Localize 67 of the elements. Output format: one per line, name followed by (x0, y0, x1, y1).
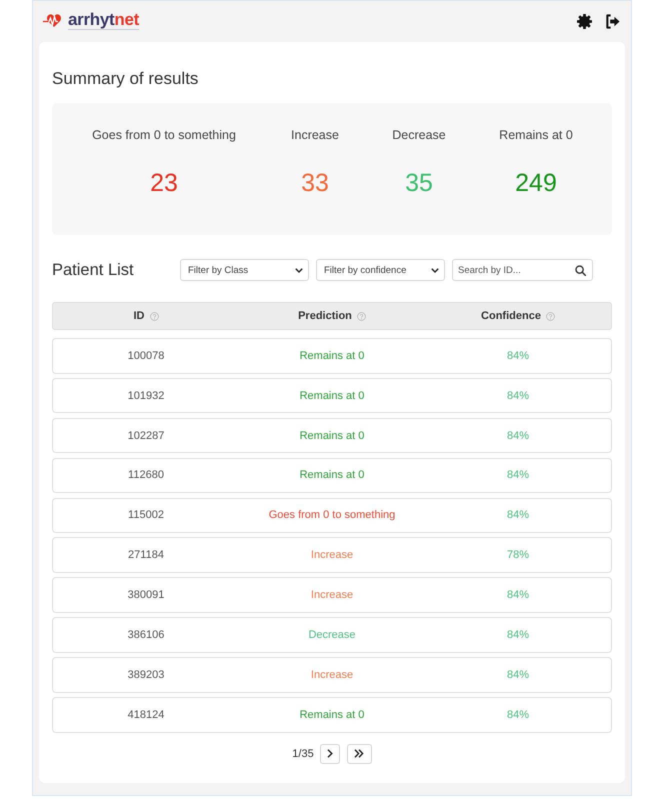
search-icon[interactable] (575, 264, 586, 276)
prediction-label: Remains at 0 (300, 390, 364, 402)
search-field[interactable]: Search by ID... (452, 259, 593, 281)
table-row[interactable]: 102287 Remains at 0 84% (52, 418, 612, 454)
confidence-value: 84% (506, 390, 530, 402)
confidence-value: 84% (506, 628, 530, 641)
table-row[interactable]: 100078 Remains at 0 84% (52, 338, 612, 374)
prediction-label: Increase (310, 668, 354, 681)
patient-id: 418124 (128, 708, 164, 721)
section-title: Patient List (52, 260, 135, 280)
stat-value: 23 (150, 169, 178, 197)
table-row[interactable]: 271184 Increase 78% (52, 537, 612, 573)
confidence-value: 84% (506, 668, 530, 681)
table-row[interactable]: 101932 Remains at 0 84% (52, 378, 612, 414)
table-row[interactable]: 389203 Increase 84% (52, 657, 612, 693)
prediction-label: Remains at 0 (300, 469, 364, 482)
table-row[interactable]: 112680 Remains at 0 84% (52, 458, 612, 494)
logout-icon[interactable] (605, 14, 620, 29)
confidence-value: 84% (506, 469, 530, 482)
prediction-label: Increase (310, 549, 354, 562)
patient-id: 115002 (128, 509, 164, 522)
table-row[interactable]: 380091 Increase 84% (52, 577, 612, 613)
column-header: Prediction (298, 310, 352, 322)
patient-id: 271184 (128, 549, 164, 562)
prediction-label: Remains at 0 (300, 430, 364, 442)
prediction-label: Decrease (308, 628, 356, 641)
patient-id: 112680 (128, 469, 164, 482)
table-row[interactable]: 418124 Remains at 0 84% (52, 697, 612, 733)
double-chevron-right-icon (354, 749, 364, 758)
filter-dropdown[interactable]: Filter by confidence (316, 259, 445, 281)
stat-label: Remains at 0 (499, 128, 573, 143)
table-row[interactable]: 115002 Goes from 0 to something 84% (52, 498, 612, 534)
prediction-label: Increase (310, 589, 354, 602)
filter-dropdown[interactable]: Filter by Class (180, 259, 309, 281)
settings-icon[interactable] (577, 14, 592, 29)
section-title: Summary of results (52, 69, 200, 89)
patient-id: 386106 (128, 628, 164, 641)
confidence-value: 84% (506, 708, 530, 721)
patient-id: 101932 (128, 390, 164, 402)
confidence-value: 84% (506, 430, 530, 442)
stat-label: Decrease (392, 128, 446, 143)
stat-value: 249 (515, 169, 557, 197)
page-indicator: 1/35 (292, 748, 314, 760)
column-header: Confidence (481, 310, 541, 322)
next-page-button[interactable] (320, 744, 340, 764)
prediction-label: Remains at 0 (300, 708, 364, 721)
chevron-down-icon (295, 268, 303, 272)
stat-value: 35 (405, 169, 433, 197)
patient-id: 389203 (128, 668, 164, 681)
logo-text: arrhytnet (68, 11, 139, 30)
confidence-value: 84% (506, 589, 530, 602)
last-page-button[interactable] (346, 744, 372, 764)
stat-label: Goes from 0 to something (92, 128, 236, 143)
confidence-value: 84% (506, 509, 530, 522)
stat-value: 33 (301, 169, 329, 197)
prediction-label: Goes from 0 to something (268, 509, 396, 522)
confidence-value: 78% (506, 549, 530, 562)
confidence-value: 84% (506, 350, 530, 362)
chevron-right-icon (326, 749, 333, 758)
stat-label: Increase (291, 128, 339, 143)
chevron-down-icon (431, 268, 439, 272)
table-row[interactable]: 386106 Decrease 84% (52, 617, 612, 653)
patient-id: 100078 (128, 350, 164, 362)
patient-id: 380091 (128, 589, 164, 602)
prediction-label: Remains at 0 (300, 350, 364, 362)
column-header: ID (134, 310, 144, 322)
patient-id: 102287 (128, 430, 164, 442)
